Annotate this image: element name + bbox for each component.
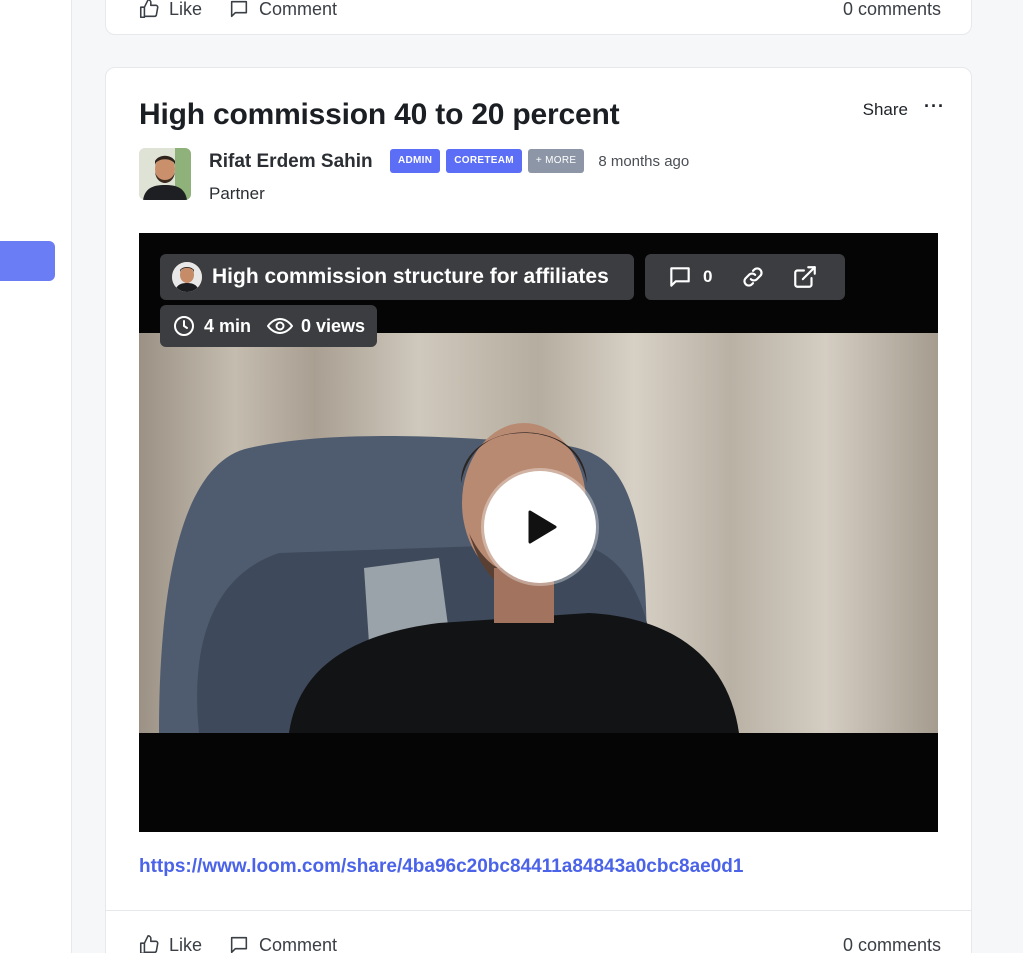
video-comment-count: 0 [703,267,713,286]
like-label: Like [169,934,203,953]
video-views: 0 views [301,315,366,336]
left-sidebar [0,0,72,953]
post-title: High commission 40 to 20 percent [139,98,620,131]
post-card: High commission 40 to 20 percent Share ·… [105,67,972,953]
comments-count[interactable]: 0 comments [843,935,941,953]
video-meta: 4 min 0 views [160,305,377,347]
comments-count[interactable]: 0 comments [843,0,941,20]
video-author-avatar [172,262,202,292]
external-link-icon[interactable] [792,264,818,290]
divider [106,910,971,911]
link-icon[interactable] [740,264,766,290]
post-actions: Like Comment 0 comments [106,0,971,29]
comment-icon [228,934,250,953]
author-name[interactable]: Rifat Erdem Sahin [209,151,373,173]
sidebar-active-item[interactable] [0,241,55,281]
previous-post-card: Like Comment 0 comments [105,0,972,35]
comment-button[interactable]: Comment [228,934,337,953]
comment-label: Comment [259,0,338,19]
badge-admin: ADMIN [390,149,441,173]
video-title: High commission structure for affiliates [212,265,609,288]
video-player[interactable]: High commission structure for affiliates… [139,233,938,832]
comment-button[interactable]: Comment [228,0,337,20]
thumbs-up-icon [138,0,160,20]
video-link[interactable]: https://www.loom.com/share/4ba96c20bc844… [139,856,743,878]
comment-icon[interactable] [667,264,693,290]
like-button[interactable]: Like [138,934,202,953]
eye-icon [267,314,294,338]
share-button[interactable]: Share [863,100,908,120]
play-icon [520,507,560,547]
author-role: Partner [209,184,265,203]
badge-coreteam: CORETEAM [446,149,522,173]
like-label: Like [169,0,203,19]
thumbs-up-icon [138,934,160,953]
post-actions: Like Comment 0 comments [106,925,971,953]
more-options-button[interactable]: ··· [924,96,945,117]
comment-label: Comment [259,934,338,953]
comment-icon [228,0,250,20]
author-badges: ADMIN CORETEAM + MORE 8 months ago [390,149,689,173]
video-toolbar: 0 [645,254,845,300]
badge-more[interactable]: + MORE [527,149,585,173]
video-duration: 4 min [204,315,252,336]
play-button[interactable] [484,471,596,583]
post-header-actions: Share ··· [863,96,945,120]
like-button[interactable]: Like [138,0,202,20]
post-timestamp: 8 months ago [598,152,690,170]
avatar[interactable] [139,148,191,200]
video-title-bar[interactable]: High commission structure for affiliates [160,254,634,300]
clock-icon [172,314,196,338]
